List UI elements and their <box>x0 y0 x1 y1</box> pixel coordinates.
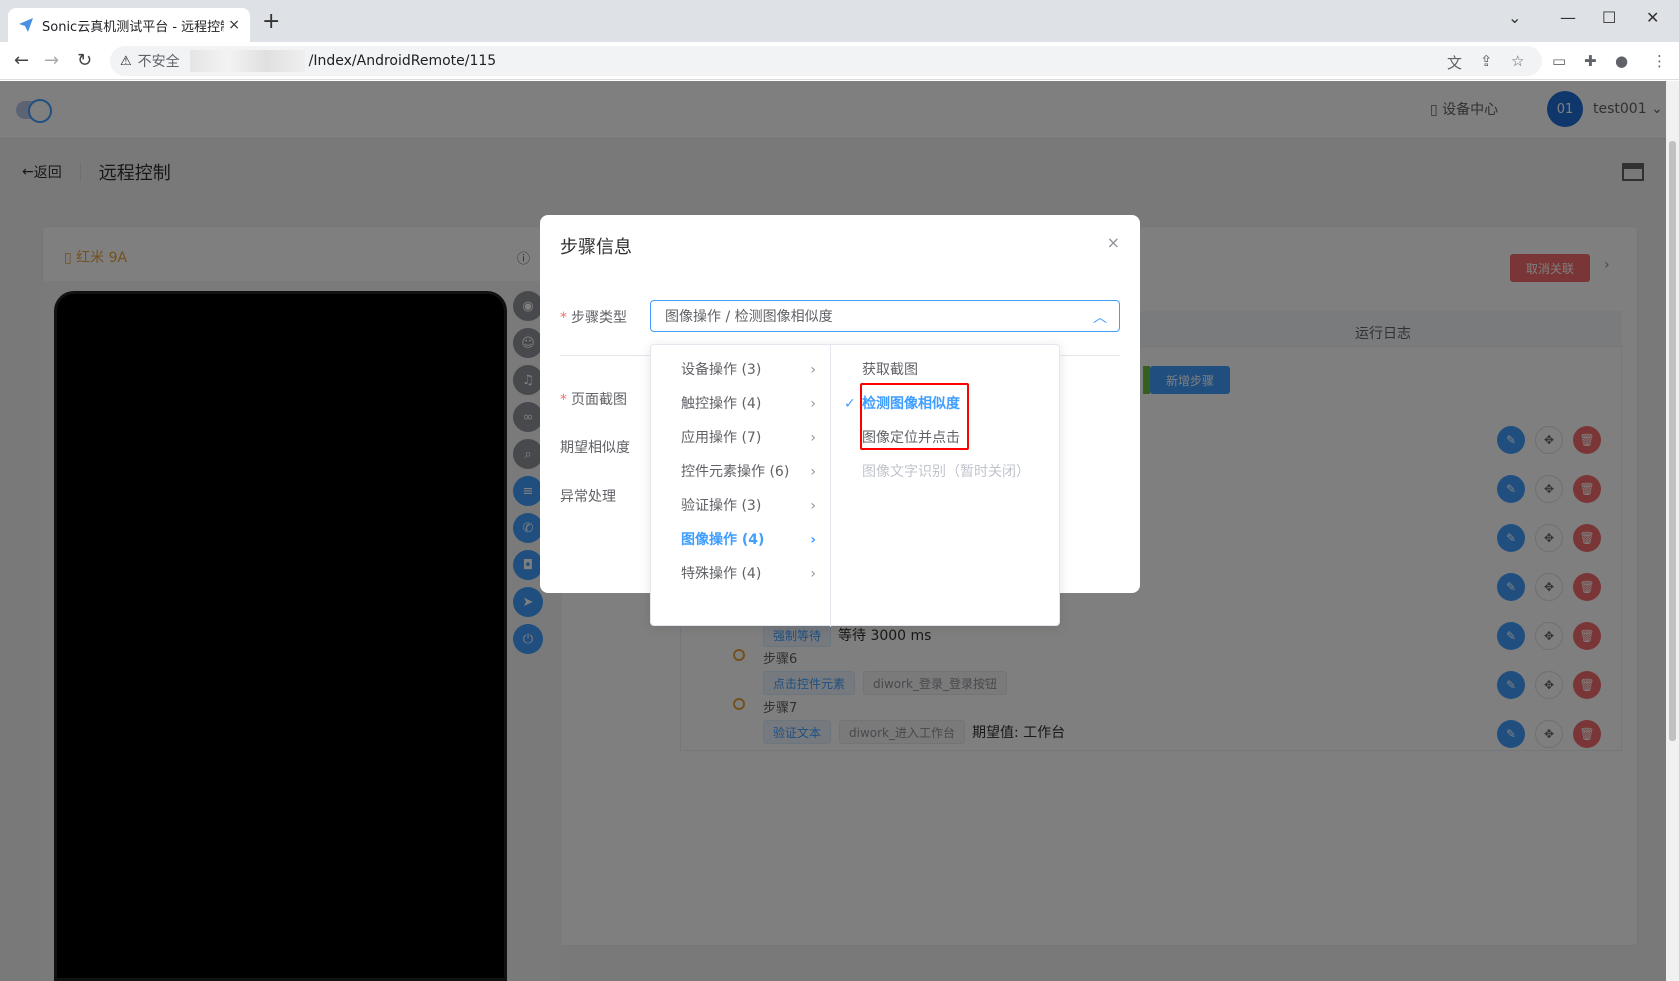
check-icon: ✓ <box>844 396 856 412</box>
scrollbar-thumb[interactable] <box>1669 141 1676 741</box>
screenshot-label: * 页面截图 <box>560 389 627 409</box>
chevron-up-icon: ︿ <box>1093 310 1107 326</box>
cascader-item-label: 触控操作 (4) <box>681 396 762 412</box>
security-label: 不安全 <box>137 54 180 70</box>
required-mark: * <box>560 392 567 408</box>
reload-icon[interactable]: ↻ <box>77 50 92 71</box>
cascader-item-device[interactable]: 设备操作 (3) › <box>651 353 830 387</box>
chevron-right-icon: › <box>810 396 816 412</box>
cascader-item-label: 验证操作 (3) <box>681 498 762 514</box>
cascader-item-label: 应用操作 (7) <box>681 430 762 446</box>
cascader-item-label: 图像文字识别（暂时关闭） <box>862 464 1030 480</box>
translate-icon[interactable]: 文 <box>1447 52 1462 73</box>
window-close-icon[interactable]: ✕ <box>1646 8 1659 27</box>
cascader-level2: 获取截图 ✓ 检测图像相似度 图像定位并点击 图像文字识别（暂时关闭） <box>832 345 1061 627</box>
dialog-title: 步骤信息 <box>560 237 632 258</box>
maximize-icon[interactable]: ☐ <box>1602 8 1616 27</box>
chevron-right-icon: › <box>810 464 816 480</box>
cascader-item-similarity[interactable]: ✓ 检测图像相似度 <box>832 387 1061 421</box>
tab-close-icon[interactable]: × <box>228 17 240 33</box>
required-mark: * <box>560 310 567 326</box>
warning-icon: ⚠ <box>120 53 132 69</box>
screenshot-text: 页面截图 <box>571 392 627 408</box>
cascader-item-label: 控件元素操作 (6) <box>681 464 790 480</box>
step-type-label: * 步骤类型 <box>560 307 627 327</box>
cascader-item-image[interactable]: 图像操作 (4) › <box>651 523 830 557</box>
close-icon[interactable]: × <box>1107 233 1120 252</box>
back-arrow-icon[interactable]: ← <box>14 50 29 71</box>
chevron-right-icon: › <box>810 532 816 548</box>
chevron-right-icon: › <box>810 566 816 582</box>
new-tab-button[interactable]: + <box>262 11 280 33</box>
cascader-item-verify[interactable]: 验证操作 (3) › <box>651 489 830 523</box>
cascader-item-label: 获取截图 <box>862 362 918 378</box>
cascader-item-touch[interactable]: 触控操作 (4) › <box>651 387 830 421</box>
cascader-item-label: 特殊操作 (4) <box>681 566 762 582</box>
url-bar[interactable]: ⚠ 不安全 /Index/AndroidRemote/115 <box>110 46 1542 76</box>
cascader-item-label: 设备操作 (3) <box>681 362 762 378</box>
minimize-icon[interactable]: — <box>1560 8 1576 27</box>
cascader-item-locate-click[interactable]: 图像定位并点击 <box>832 421 1061 455</box>
tab-title: Sonic云真机测试平台 - 远程控制 <box>42 19 225 35</box>
chevron-down-icon[interactable]: ⌄ <box>1508 8 1521 27</box>
bookmark-star-icon[interactable]: ☆ <box>1511 52 1524 70</box>
share-icon[interactable]: ⇪ <box>1480 52 1493 70</box>
page-scrollbar[interactable] <box>1666 81 1679 981</box>
cascader-level1: 设备操作 (3) › 触控操作 (4) › 应用操作 (7) › 控件元素操作 (6)… <box>651 345 831 627</box>
cascader-item-label: 检测图像相似度 <box>862 396 960 412</box>
cascader-item-label: 图像操作 (4) <box>681 532 765 548</box>
chevron-right-icon: › <box>810 498 816 514</box>
cascader-item-screenshot[interactable]: 获取截图 <box>832 353 1061 387</box>
chevron-right-icon: › <box>810 430 816 446</box>
reading-mode-icon[interactable]: ▭ <box>1552 52 1566 70</box>
cascader-dropdown: 设备操作 (3) › 触控操作 (4) › 应用操作 (7) › 控件元素操作 (6)… <box>650 344 1061 627</box>
cascader-item-special[interactable]: 特殊操作 (4) › <box>651 557 830 591</box>
exception-label: 异常处理 <box>560 489 616 505</box>
url-text: /Index/AndroidRemote/115 <box>308 53 497 69</box>
cascader-value: 图像操作 / 检测图像相似度 <box>665 309 833 325</box>
similarity-label: 期望相似度 <box>560 440 630 456</box>
cascader-item-app[interactable]: 应用操作 (7) › <box>651 421 830 455</box>
cascader-item-ocr: 图像文字识别（暂时关闭） <box>832 455 1061 489</box>
step-type-cascader[interactable]: 图像操作 / 检测图像相似度 ︿ <box>650 300 1120 332</box>
profile-icon[interactable]: ● <box>1615 52 1628 70</box>
chevron-right-icon: › <box>810 362 816 378</box>
extensions-icon[interactable]: ✚ <box>1584 52 1597 70</box>
step-type-text: 步骤类型 <box>571 310 627 326</box>
redacted-host <box>189 50 305 72</box>
paper-plane-icon <box>19 18 33 32</box>
browser-tab-bar: Sonic云真机测试平台 - 远程控制 × + ⌄ — ☐ ✕ <box>0 0 1679 42</box>
cascader-item-element[interactable]: 控件元素操作 (6) › <box>651 455 830 489</box>
cascader-item-label: 图像定位并点击 <box>862 430 960 446</box>
forward-arrow-icon[interactable]: → <box>44 50 59 71</box>
browser-tab[interactable]: Sonic云真机测试平台 - 远程控制 × <box>8 8 250 42</box>
browser-menu-icon[interactable]: ⋮ <box>1652 52 1667 70</box>
